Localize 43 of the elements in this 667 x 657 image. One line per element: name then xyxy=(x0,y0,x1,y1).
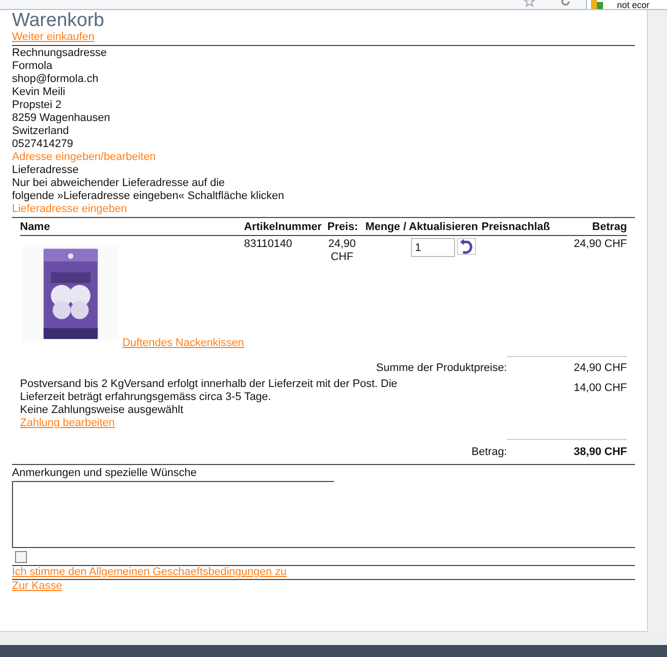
address-line: 8259 Wagenhausen xyxy=(12,112,112,125)
address-line: 0527414279 xyxy=(12,138,74,151)
article-number: 83110140 xyxy=(244,238,294,251)
payment-note: Keine Zahlungsweise ausgewählt xyxy=(20,404,184,417)
extension-icon xyxy=(591,0,603,9)
shipping-address-link[interactable]: Lieferadresse eingeben xyxy=(12,203,127,216)
address-line: Kevin Meili xyxy=(12,86,66,99)
page-title: Warenkorb xyxy=(12,10,104,31)
tab-label: not ecor xyxy=(617,0,650,9)
price-cell-text: 24,90 CHF xyxy=(327,238,357,264)
continue-shopping-link[interactable]: Weiter einkaufen xyxy=(12,31,94,44)
total-cell-text: 24,90 CHF xyxy=(572,238,627,251)
total-value: 38,90 CHF xyxy=(572,446,627,459)
edit-address-link[interactable]: Adresse eingeben/bearbeiten xyxy=(12,151,156,164)
column-header: Artikelnummer xyxy=(244,221,323,234)
product-link[interactable]: Duftendes Nackenkissen xyxy=(122,337,244,350)
shipping-heading: Lieferadresse xyxy=(12,164,80,177)
terms-checkbox[interactable] xyxy=(15,550,27,562)
total-label: Betrag: xyxy=(470,446,507,459)
column-header: Betrag xyxy=(591,221,627,234)
extension-tab[interactable]: not ecor xyxy=(586,0,667,9)
column-header: Preis: xyxy=(326,221,358,234)
shipping-note: Nur bei abweichender Lieferadresse auf die xyxy=(12,177,226,190)
column-header: Menge / Aktualisieren xyxy=(364,221,478,234)
address-line: shop@formola.ch xyxy=(12,73,100,86)
remarks-field[interactable] xyxy=(12,481,334,547)
address-line: Formola xyxy=(12,60,54,73)
shipping-cost: 14,00 CHF xyxy=(572,381,627,396)
column-header: Name xyxy=(20,221,51,234)
address-line: Propstei 2 xyxy=(12,99,63,112)
remarks-label: Anmerkungen und spezielle Wünsche xyxy=(12,467,198,480)
address-line: Switzerland xyxy=(12,125,70,138)
shipping-description: Postversand bis 2 KgVersand erfolgt innerhalb der Lieferzeit mit der Post. Die Lieferzeit beträgt erfahrungsgemäss circa 3-5 Tage. xyxy=(20,377,398,404)
edit-payment-link[interactable]: Zahlung bearbeiten xyxy=(20,417,115,430)
subtotal-label: Summe der Produktpreise: xyxy=(375,361,507,375)
shipping-note: folgende »Lieferadresse eingeben« Schaltfläche klicken xyxy=(12,190,286,203)
refresh-icon[interactable] xyxy=(457,238,476,255)
quantity-field[interactable]: 1 xyxy=(411,238,455,257)
billing-heading: Rechnungsadresse xyxy=(12,47,108,60)
terms-link[interactable]: Ich stimme den Allgemeinen Geschaeftsbedingungen zu xyxy=(12,566,287,579)
subtotal-value: 24,90 CHF xyxy=(572,361,627,375)
column-header: Preisnachlaß xyxy=(480,221,550,234)
checkout-link[interactable]: Zur Kasse xyxy=(12,580,62,593)
